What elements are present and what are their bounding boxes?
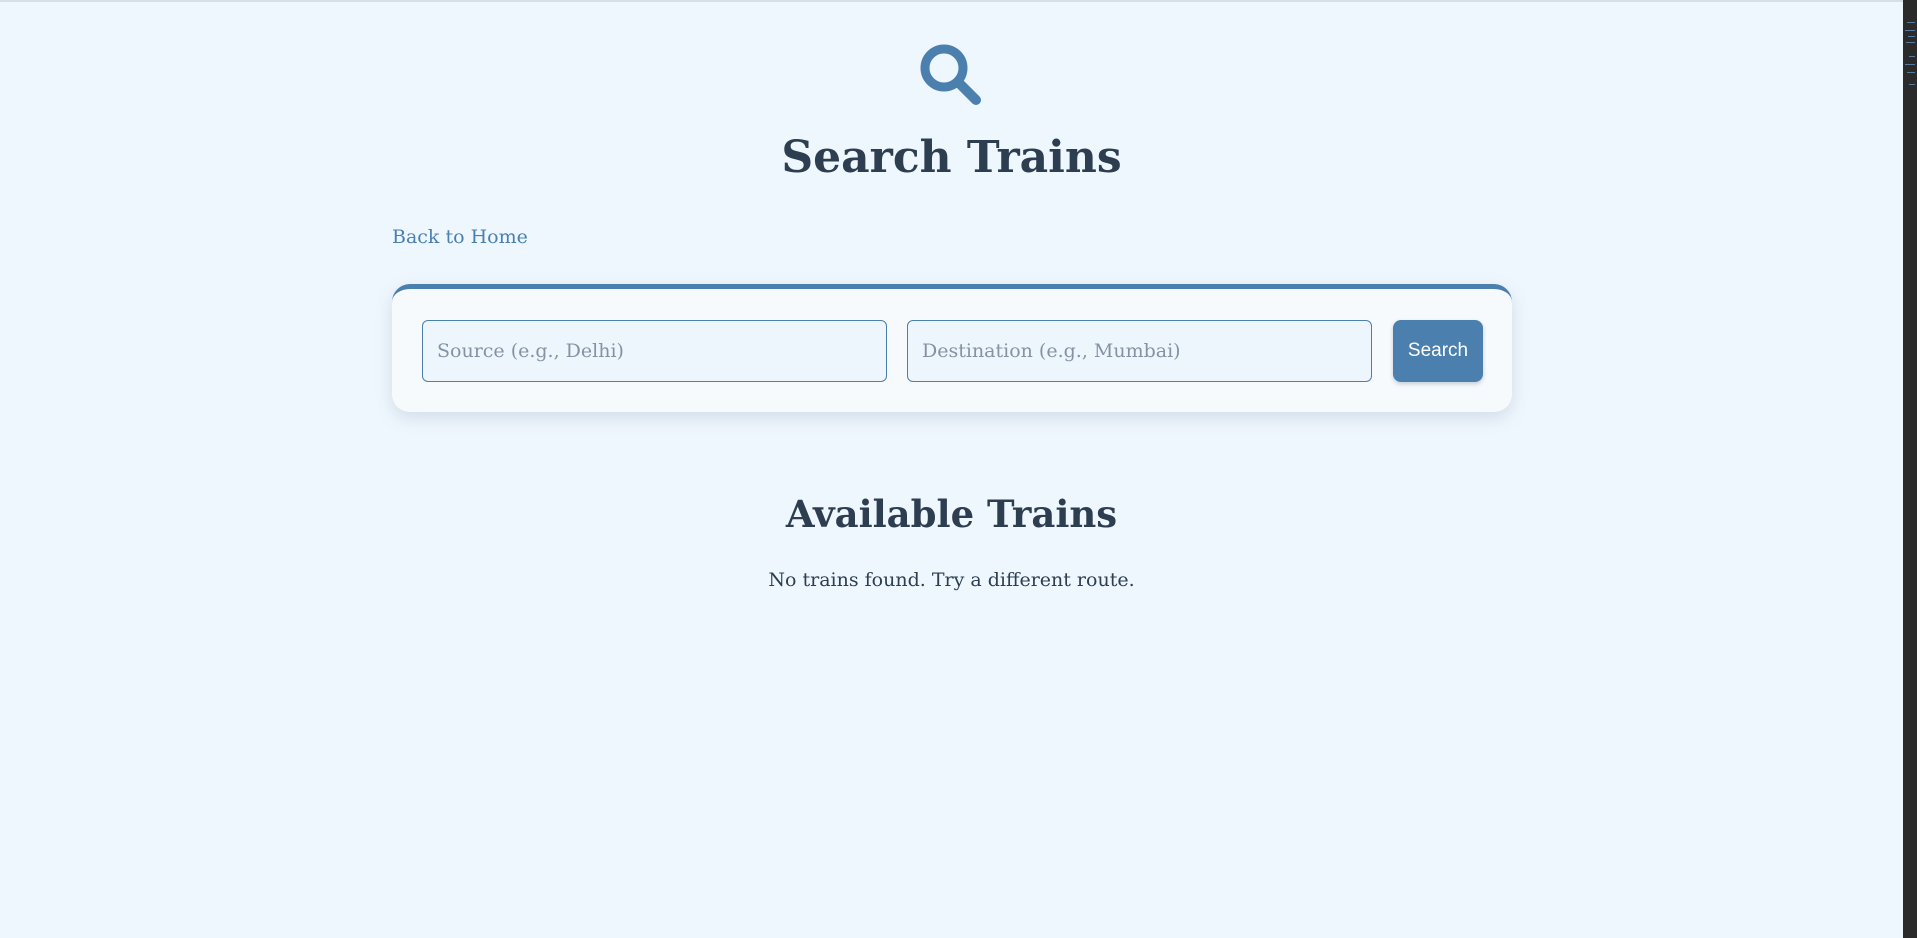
source-input[interactable] [422, 320, 887, 382]
back-to-home-link[interactable]: Back to Home [392, 226, 528, 248]
destination-input[interactable] [907, 320, 1372, 382]
search-card: Search [392, 284, 1512, 412]
page-viewport: Search Trains Back to Home Search Availa… [0, 0, 1903, 938]
empty-results-message: No trains found. Try a different route. [768, 569, 1135, 591]
available-trains-heading: Available Trains [785, 492, 1118, 536]
search-button[interactable]: Search [1393, 320, 1483, 382]
scrollbar[interactable] [1903, 0, 1917, 938]
page-title: Search Trains [781, 132, 1122, 183]
search-icon [918, 42, 984, 108]
